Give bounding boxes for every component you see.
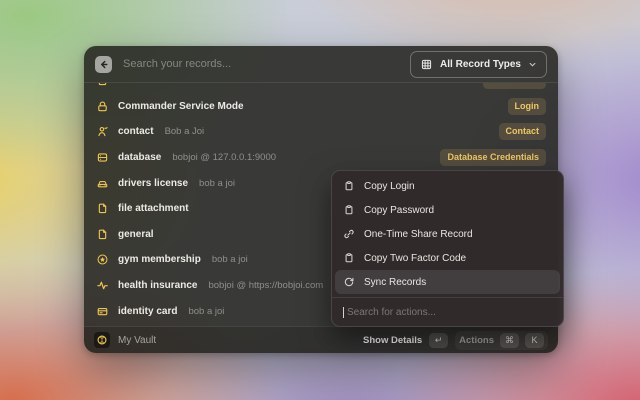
actions-label: Actions [459,335,494,346]
quick-search-window: All Record Types Commander Service Mode [84,46,558,353]
record-title: file attachment [118,203,189,214]
menu-item-label: Sync Records [364,277,426,288]
clipboard-icon [343,252,355,264]
record-subtitle: bob a joi [188,306,224,317]
chevron-down-icon [528,60,537,69]
record-badge-clipped [483,83,546,89]
record-subtitle: Bob a Joi [165,126,205,137]
record-title: general [118,229,154,240]
menu-divider [332,297,563,298]
database-icon [96,151,109,164]
footer-actions: Show Details ↵ Actions ⌘ K [363,331,548,350]
record-title: gym membership [118,254,201,265]
vault-label: My Vault [118,335,156,346]
record-title: drivers license [118,178,188,189]
record-row-clipped[interactable] [96,83,546,94]
grid-icon [420,58,433,71]
record-type-badge: Database Credentials [440,149,546,166]
menu-item-copy-login[interactable]: Copy Login [335,174,560,198]
record-subtitle: bobjoi @ https://bobjoi.com [208,280,323,291]
file-icon [96,202,109,215]
record-title: health insurance [118,280,197,291]
menu-item-label: Copy Login [364,181,415,192]
actions-button[interactable]: Actions ⌘ K [455,331,548,350]
link-icon [343,228,355,240]
menu-item-copy-two-factor[interactable]: Copy Two Factor Code [335,246,560,270]
enter-keycap[interactable]: ↵ [429,333,448,348]
record-row[interactable]: contact Bob a Joi Contact [96,119,546,145]
clipboard-icon [343,204,355,216]
file-icon [96,228,109,241]
vault-logo-icon [94,332,110,348]
menu-item-label: Copy Password [364,205,434,216]
pulse-icon [96,279,109,292]
back-button[interactable] [95,56,112,73]
record-type-badge: Login [508,98,547,115]
record-row[interactable]: Commander Service Mode Login [96,94,546,120]
action-search[interactable] [335,301,560,323]
clipboard-icon [343,180,355,192]
back-arrow-icon [98,59,109,70]
record-row[interactable]: database bobjoi @ 127.0.0.1:9000 Databas… [96,145,546,171]
record-title: identity card [118,306,177,317]
menu-item-sync-records[interactable]: Sync Records [335,270,560,294]
lock-icon [96,100,109,113]
cmd-keycap: ⌘ [500,333,519,348]
menu-item-label: Copy Two Factor Code [364,253,466,264]
record-type-filter-label: All Record Types [440,59,521,70]
menu-item-label: One-Time Share Record [364,229,473,240]
footer-bar: My Vault Show Details ↵ Actions ⌘ K [84,326,558,353]
record-type-filter[interactable]: All Record Types [410,51,547,78]
search-bar: All Record Types [84,46,558,83]
record-title: Commander Service Mode [118,101,244,112]
car-icon [96,177,109,190]
record-subtitle: bob a joi [199,178,235,189]
sync-icon [343,276,355,288]
star-circle-icon [96,253,109,266]
show-details-button[interactable]: Show Details [363,335,422,346]
menu-item-one-time-share[interactable]: One-Time Share Record [335,222,560,246]
k-keycap: K [525,333,544,348]
record-title: database [118,152,161,163]
search-input[interactable] [121,57,401,71]
record-icon-clipped [96,83,109,87]
actions-menu: Copy Login Copy Password One-Time Share … [331,170,564,327]
record-subtitle: bob a joi [212,254,248,265]
person-icon [96,125,109,138]
action-search-input[interactable] [345,306,552,319]
card-icon [96,305,109,318]
record-type-badge: Contact [499,123,547,140]
menu-item-copy-password[interactable]: Copy Password [335,198,560,222]
text-caret [343,307,344,318]
record-title: contact [118,126,154,137]
record-subtitle: bobjoi @ 127.0.0.1:9000 [172,152,276,163]
